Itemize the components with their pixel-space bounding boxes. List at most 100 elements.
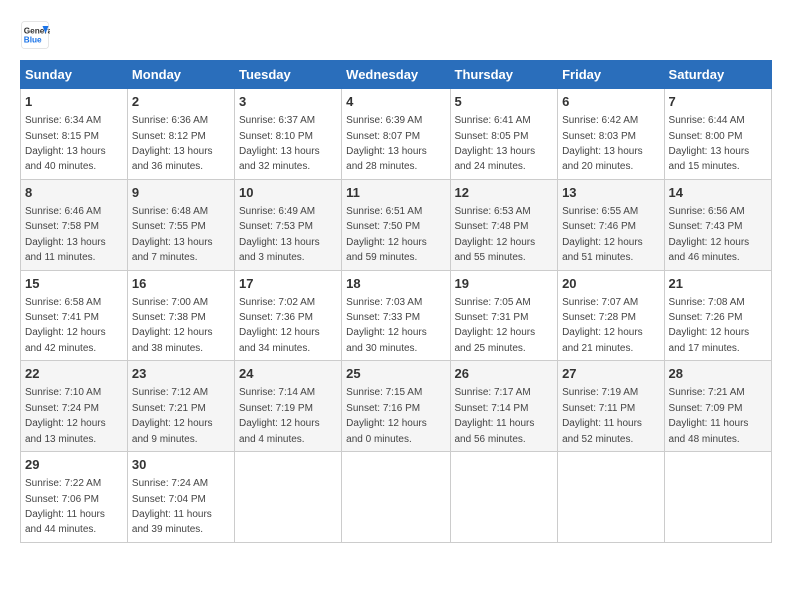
daylight-info: Daylight: 13 hours and 32 minutes. — [239, 146, 320, 172]
day-number: 21 — [669, 275, 767, 293]
day-number: 9 — [132, 184, 230, 202]
calendar-cell: 3Sunrise: 6:37 AMSunset: 8:10 PMDaylight… — [234, 89, 341, 180]
day-number: 7 — [669, 93, 767, 111]
sunset-info: Sunset: 7:14 PM — [455, 403, 529, 414]
week-row-3: 15Sunrise: 6:58 AMSunset: 7:41 PMDayligh… — [21, 270, 772, 361]
sunrise-info: Sunrise: 7:22 AM — [25, 478, 101, 489]
sunrise-info: Sunrise: 6:56 AM — [669, 206, 745, 217]
day-number: 18 — [346, 275, 445, 293]
calendar-cell: 13Sunrise: 6:55 AMSunset: 7:46 PMDayligh… — [558, 179, 664, 270]
calendar-cell: 12 Sunrise: 6:53 AM Sunset: 7:48 PM Dayligh… — [450, 179, 558, 270]
sunset-info: Sunset: 7:53 PM — [239, 221, 313, 232]
sunset-info: Sunset: 8:05 PM — [455, 131, 529, 142]
day-number: 1 — [25, 93, 123, 111]
calendar-cell: 18Sunrise: 7:03 AMSunset: 7:33 PMDayligh… — [342, 270, 450, 361]
sunset-info: Sunset: 7:31 PM — [455, 312, 529, 323]
day-number: 24 — [239, 365, 337, 383]
calendar-cell — [664, 452, 771, 543]
daylight-info: Daylight: 12 hours and 55 minutes. — [455, 237, 536, 263]
daylight-info: Daylight: 13 hours and 3 minutes. — [239, 237, 320, 263]
day-number: 26 — [455, 365, 554, 383]
daylight-info: Daylight: 11 hours and 39 minutes. — [132, 509, 212, 535]
daylight-info: Daylight: 12 hours and 46 minutes. — [669, 237, 750, 263]
calendar-cell: 29Sunrise: 7:22 AMSunset: 7:06 PMDayligh… — [21, 452, 128, 543]
sunrise-info: Sunrise: 6:48 AM — [132, 206, 208, 217]
week-row-5: 29Sunrise: 7:22 AMSunset: 7:06 PMDayligh… — [21, 452, 772, 543]
sunrise-info: Sunrise: 6:44 AM — [669, 115, 745, 126]
column-header-friday: Friday — [558, 61, 664, 89]
daylight-info: Daylight: 12 hours and 9 minutes. — [132, 418, 213, 444]
column-header-tuesday: Tuesday — [234, 61, 341, 89]
sunset-info: Sunset: 8:10 PM — [239, 131, 313, 142]
sunrise-info: Sunrise: 6:58 AM — [25, 297, 101, 308]
day-number: 14 — [669, 184, 767, 202]
daylight-info: Daylight: 12 hours and 59 minutes. — [346, 237, 427, 263]
week-row-1: 1Sunrise: 6:34 AMSunset: 8:15 PMDaylight… — [21, 89, 772, 180]
calendar-cell — [342, 452, 450, 543]
sunrise-info: Sunrise: 7:10 AM — [25, 387, 101, 398]
sunrise-info: Sunrise: 7:07 AM — [562, 297, 638, 308]
calendar-cell — [234, 452, 341, 543]
calendar-cell: 9Sunrise: 6:48 AMSunset: 7:55 PMDaylight… — [127, 179, 234, 270]
sunrise-info: Sunrise: 7:00 AM — [132, 297, 208, 308]
sunrise-info: Sunrise: 6:51 AM — [346, 206, 422, 217]
calendar-cell: 28Sunrise: 7:21 AMSunset: 7:09 PMDayligh… — [664, 361, 771, 452]
sunset-info: Sunset: 7:09 PM — [669, 403, 743, 414]
day-number: 22 — [25, 365, 123, 383]
week-row-2: 8 Sunrise: 6:46 AM Sunset: 7:58 PM Daylight… — [21, 179, 772, 270]
daylight-info: Daylight: 11 hours and 44 minutes. — [25, 509, 105, 535]
sunrise-info: Sunrise: 6:53 AM — [455, 206, 531, 217]
calendar-cell: 22Sunrise: 7:10 AMSunset: 7:24 PMDayligh… — [21, 361, 128, 452]
sunset-info: Sunset: 7:19 PM — [239, 403, 313, 414]
sunset-info: Sunset: 7:04 PM — [132, 494, 206, 505]
daylight-info: Daylight: 12 hours and 30 minutes. — [346, 327, 427, 353]
sunset-info: Sunset: 7:58 PM — [25, 221, 99, 232]
sunset-info: Sunset: 7:48 PM — [455, 221, 529, 232]
day-number: 12 — [455, 184, 554, 202]
sunrise-info: Sunrise: 7:21 AM — [669, 387, 745, 398]
day-number: 5 — [455, 93, 554, 111]
calendar-cell: 1Sunrise: 6:34 AMSunset: 8:15 PMDaylight… — [21, 89, 128, 180]
calendar-cell: 26Sunrise: 7:17 AMSunset: 7:14 PMDayligh… — [450, 361, 558, 452]
sunrise-info: Sunrise: 7:03 AM — [346, 297, 422, 308]
sunset-info: Sunset: 7:06 PM — [25, 494, 99, 505]
daylight-info: Daylight: 13 hours and 24 minutes. — [455, 146, 536, 172]
daylight-info: Daylight: 12 hours and 21 minutes. — [562, 327, 643, 353]
calendar-cell: 16Sunrise: 7:00 AMSunset: 7:38 PMDayligh… — [127, 270, 234, 361]
daylight-info: Daylight: 12 hours and 42 minutes. — [25, 327, 106, 353]
calendar-cell — [558, 452, 664, 543]
sunrise-info: Sunrise: 6:46 AM — [25, 206, 101, 217]
daylight-info: Daylight: 13 hours and 20 minutes. — [562, 146, 643, 172]
week-row-4: 22Sunrise: 7:10 AMSunset: 7:24 PMDayligh… — [21, 361, 772, 452]
sunset-info: Sunset: 7:21 PM — [132, 403, 206, 414]
sunrise-info: Sunrise: 7:14 AM — [239, 387, 315, 398]
sunset-info: Sunset: 7:11 PM — [562, 403, 635, 414]
day-number: 6 — [562, 93, 659, 111]
day-number: 27 — [562, 365, 659, 383]
daylight-info: Daylight: 12 hours and 0 minutes. — [346, 418, 427, 444]
calendar-cell — [450, 452, 558, 543]
sunrise-info: Sunrise: 6:39 AM — [346, 115, 422, 126]
day-number: 15 — [25, 275, 123, 293]
daylight-info: Daylight: 11 hours and 52 minutes. — [562, 418, 642, 444]
calendar-cell: 4Sunrise: 6:39 AMSunset: 8:07 PMDaylight… — [342, 89, 450, 180]
calendar-cell: 5Sunrise: 6:41 AMSunset: 8:05 PMDaylight… — [450, 89, 558, 180]
daylight-info: Daylight: 12 hours and 4 minutes. — [239, 418, 320, 444]
svg-text:Blue: Blue — [24, 36, 42, 45]
day-number: 2 — [132, 93, 230, 111]
daylight-info: Daylight: 12 hours and 13 minutes. — [25, 418, 106, 444]
day-number: 8 — [25, 184, 123, 202]
sunset-info: Sunset: 7:36 PM — [239, 312, 313, 323]
sunrise-info: Sunrise: 7:12 AM — [132, 387, 208, 398]
daylight-info: Daylight: 12 hours and 38 minutes. — [132, 327, 213, 353]
calendar-cell: 11Sunrise: 6:51 AMSunset: 7:50 PMDayligh… — [342, 179, 450, 270]
sunrise-info: Sunrise: 6:55 AM — [562, 206, 638, 217]
calendar-cell: 14Sunrise: 6:56 AMSunset: 7:43 PMDayligh… — [664, 179, 771, 270]
day-number: 28 — [669, 365, 767, 383]
logo: General Blue — [20, 20, 50, 50]
sunrise-info: Sunrise: 7:05 AM — [455, 297, 531, 308]
sunset-info: Sunset: 7:50 PM — [346, 221, 420, 232]
column-header-wednesday: Wednesday — [342, 61, 450, 89]
calendar-cell: 7Sunrise: 6:44 AMSunset: 8:00 PMDaylight… — [664, 89, 771, 180]
day-number: 20 — [562, 275, 659, 293]
